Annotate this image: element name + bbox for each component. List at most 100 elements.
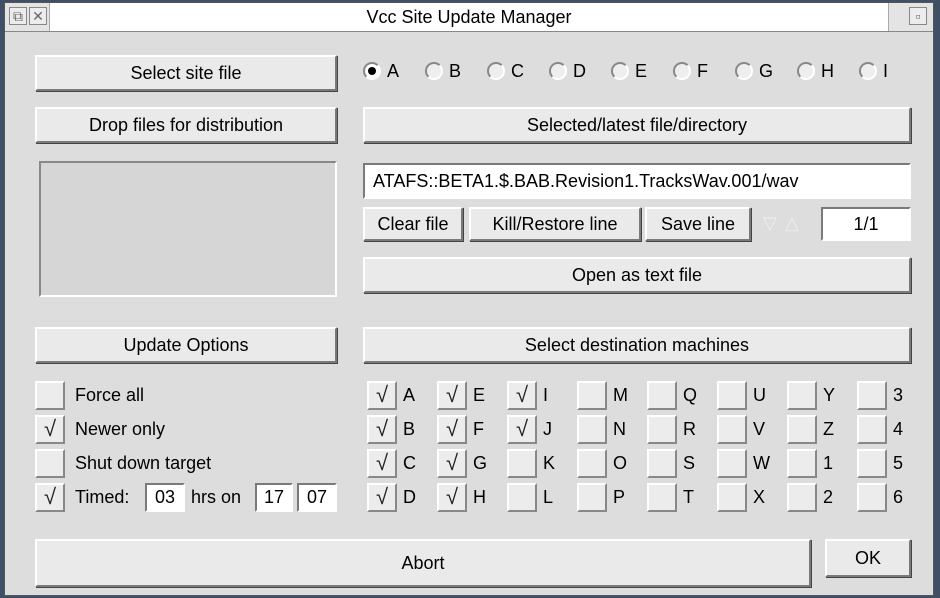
radio-circle[interactable] (673, 62, 691, 80)
drop-files-area[interactable] (39, 161, 337, 297)
machine-label: V (753, 419, 766, 439)
machine-checkbox-g[interactable]: √ (437, 449, 467, 478)
window-title: Vcc Site Update Manager (49, 3, 889, 31)
machine-label: 2 (823, 487, 834, 507)
line-counter: 1/1 (821, 207, 911, 241)
machine-checkbox-1[interactable] (787, 449, 817, 478)
timed-hours-field[interactable]: 03 (145, 483, 185, 512)
clear-file-button[interactable]: Clear file (363, 207, 463, 241)
timed-month-field[interactable]: 07 (297, 483, 337, 512)
abort-button[interactable]: Abort (35, 539, 811, 587)
machine-checkbox-v[interactable] (717, 415, 747, 444)
machine-checkbox-5[interactable] (857, 449, 887, 478)
machine-checkbox-p[interactable] (577, 483, 607, 512)
option-checkbox[interactable] (35, 381, 65, 410)
title-bar[interactable]: ⧉ ✕ Vcc Site Update Manager ▫ (5, 3, 933, 32)
radio-label: G (759, 60, 774, 81)
radio-circle[interactable] (549, 62, 567, 80)
site-radio-a[interactable]: A (363, 58, 399, 84)
radio-circle[interactable] (797, 62, 815, 80)
machine-checkbox-2[interactable] (787, 483, 817, 512)
machine-label: 3 (893, 385, 904, 405)
radio-circle[interactable] (487, 62, 505, 80)
machine-checkbox-j[interactable]: √ (507, 415, 537, 444)
machine-label: W (753, 453, 770, 473)
machine-label: G (473, 453, 488, 473)
select-site-file-button[interactable]: Select site file (35, 55, 337, 91)
machine-label: N (613, 419, 626, 439)
toggle-size-icon[interactable]: ▫ (909, 7, 927, 25)
machine-checkbox-z[interactable] (787, 415, 817, 444)
machine-checkbox-y[interactable] (787, 381, 817, 410)
radio-label: I (883, 60, 889, 81)
machine-label: Z (823, 419, 834, 439)
path-field[interactable]: ATAFS::BETA1.$.BAB.Revision1.TracksWav.0… (363, 163, 911, 199)
save-line-button[interactable]: Save line (645, 207, 751, 241)
machine-checkbox-q[interactable] (647, 381, 677, 410)
timed-checkbox[interactable]: √ (35, 483, 65, 512)
site-radio-d[interactable]: D (549, 58, 586, 84)
machine-checkbox-o[interactable] (577, 449, 607, 478)
radio-circle[interactable] (363, 62, 381, 80)
option-label: Force all (75, 385, 145, 405)
radio-label: E (635, 60, 648, 81)
machine-checkbox-u[interactable] (717, 381, 747, 410)
machine-checkbox-l[interactable] (507, 483, 537, 512)
open-as-text-button[interactable]: Open as text file (363, 257, 911, 293)
site-radio-b[interactable]: B (425, 58, 461, 84)
machine-checkbox-h[interactable]: √ (437, 483, 467, 512)
machine-checkbox-d[interactable]: √ (367, 483, 397, 512)
kill-restore-line-button[interactable]: Kill/Restore line (469, 207, 641, 241)
machine-checkbox-k[interactable] (507, 449, 537, 478)
arrow-down-icon[interactable]: ▽ (763, 213, 777, 234)
machine-label: E (473, 385, 486, 405)
radio-circle[interactable] (859, 62, 877, 80)
selected-file-button[interactable]: Selected/latest file/directory (363, 107, 911, 143)
radio-circle[interactable] (425, 62, 443, 80)
machine-checkbox-4[interactable] (857, 415, 887, 444)
line-arrows: ▽ △ (763, 211, 817, 239)
radio-circle[interactable] (735, 62, 753, 80)
close-icon[interactable]: ✕ (29, 7, 47, 25)
site-radio-h[interactable]: H (797, 58, 834, 84)
machine-checkbox-3[interactable] (857, 381, 887, 410)
site-radio-f[interactable]: F (673, 58, 708, 84)
site-radio-g[interactable]: G (735, 58, 773, 84)
machine-label: 4 (893, 419, 904, 439)
back-window-icon[interactable]: ⧉ (9, 7, 27, 25)
select-destination-button[interactable]: Select destination machines (363, 327, 911, 363)
update-options-button[interactable]: Update Options (35, 327, 337, 363)
site-radio-group: A B C D E F G H I (363, 58, 923, 84)
option-checkbox[interactable] (35, 449, 65, 478)
machine-label: P (613, 487, 626, 507)
machine-checkbox-m[interactable] (577, 381, 607, 410)
machine-checkbox-e[interactable]: √ (437, 381, 467, 410)
machine-checkbox-s[interactable] (647, 449, 677, 478)
drop-files-button[interactable]: Drop files for distribution (35, 107, 337, 143)
machine-checkbox-n[interactable] (577, 415, 607, 444)
option-label: Newer only (75, 419, 166, 439)
machine-label: I (543, 385, 549, 405)
machine-label: J (543, 419, 552, 439)
arrow-up-icon[interactable]: △ (785, 213, 799, 234)
machine-checkbox-x[interactable] (717, 483, 747, 512)
machine-label: H (473, 487, 486, 507)
site-radio-i[interactable]: I (859, 58, 888, 84)
machine-checkbox-w[interactable] (717, 449, 747, 478)
machine-checkbox-6[interactable] (857, 483, 887, 512)
machine-checkbox-f[interactable]: √ (437, 415, 467, 444)
machine-checkbox-c[interactable]: √ (367, 449, 397, 478)
radio-circle[interactable] (611, 62, 629, 80)
site-radio-e[interactable]: E (611, 58, 647, 84)
machine-checkbox-r[interactable] (647, 415, 677, 444)
option-checkbox[interactable]: √ (35, 415, 65, 444)
machine-label: D (403, 487, 416, 507)
machine-checkbox-t[interactable] (647, 483, 677, 512)
ok-button[interactable]: OK (825, 539, 911, 577)
machine-checkbox-a[interactable]: √ (367, 381, 397, 410)
site-radio-c[interactable]: C (487, 58, 524, 84)
machine-checkbox-b[interactable]: √ (367, 415, 397, 444)
timed-day-field[interactable]: 17 (255, 483, 293, 512)
radio-label: D (573, 60, 586, 81)
machine-checkbox-i[interactable]: √ (507, 381, 537, 410)
